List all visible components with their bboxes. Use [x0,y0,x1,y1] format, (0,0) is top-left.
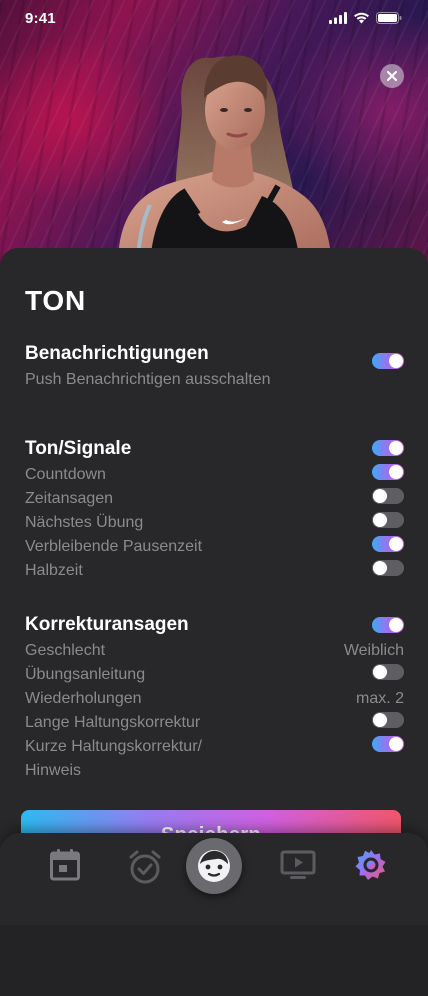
corrections-toggle[interactable] [372,617,404,633]
status-icons [329,12,402,24]
tab-video[interactable] [279,849,317,881]
notifications-toggle[interactable] [372,353,404,369]
wifi-icon [354,12,369,24]
repetitions-select[interactable]: max. 2 [356,689,404,709]
halftime-label: Halbzeit [25,562,83,579]
time-announcements-toggle[interactable] [372,488,404,504]
tab-alarm[interactable] [126,848,164,886]
gender-label: Geschlecht [25,642,106,659]
settings-gear-icon [355,850,386,880]
alarm-clock-icon [129,850,161,884]
tab-calendar[interactable] [48,848,82,882]
time-announcements-label: Zeitansagen [25,490,114,507]
gender-select[interactable]: Weiblich [344,641,404,661]
close-icon [387,71,397,81]
notifications-subtitle: Push Benachrichtigen ausschalten [25,371,271,388]
countdown-label: Countdown [25,466,106,483]
remaining-rest-label: Verbleibende Pausenzeit [25,538,203,555]
exercise-instructions-label: Übungsanleitung [25,666,146,683]
page-title: TON [25,285,86,316]
status-bar: 9:41 [0,0,428,36]
countdown-toggle[interactable] [372,464,404,480]
next-exercise-toggle[interactable] [372,512,404,528]
video-play-icon [280,850,316,879]
profile-face-icon [198,850,230,882]
sound-toggle[interactable] [372,440,404,456]
close-button[interactable] [380,64,404,88]
hero-image: 9:41 [0,0,428,265]
tab-profile[interactable] [186,838,242,894]
status-time: 9:41 [25,9,56,27]
short-posture-toggle[interactable] [372,736,404,752]
long-posture-toggle[interactable] [372,712,404,728]
next-exercise-label: Nächstes Übung [25,514,144,531]
tab-settings[interactable] [353,847,389,883]
short-posture-label: Kurze Haltungskorrektur/ [25,738,202,755]
repetitions-label: Wiederholungen [25,690,142,707]
bottom-tab-bar [0,833,428,925]
home-indicator-area [0,925,428,996]
long-posture-label: Lange Haltungskorrektur [25,714,201,731]
notifications-title: Benachrichtigungen [25,343,209,364]
remaining-rest-toggle[interactable] [372,536,404,552]
athlete-photo [118,55,332,265]
sound-title: Ton/Signale [25,438,132,459]
exercise-instructions-toggle[interactable] [372,664,404,680]
cellular-signal-icon [329,12,347,24]
halftime-toggle[interactable] [372,560,404,576]
corrections-title: Korrekturansagen [25,614,189,635]
calendar-icon [50,849,80,881]
battery-icon [376,12,402,24]
short-posture-label-line2: Hinweis [25,762,82,779]
